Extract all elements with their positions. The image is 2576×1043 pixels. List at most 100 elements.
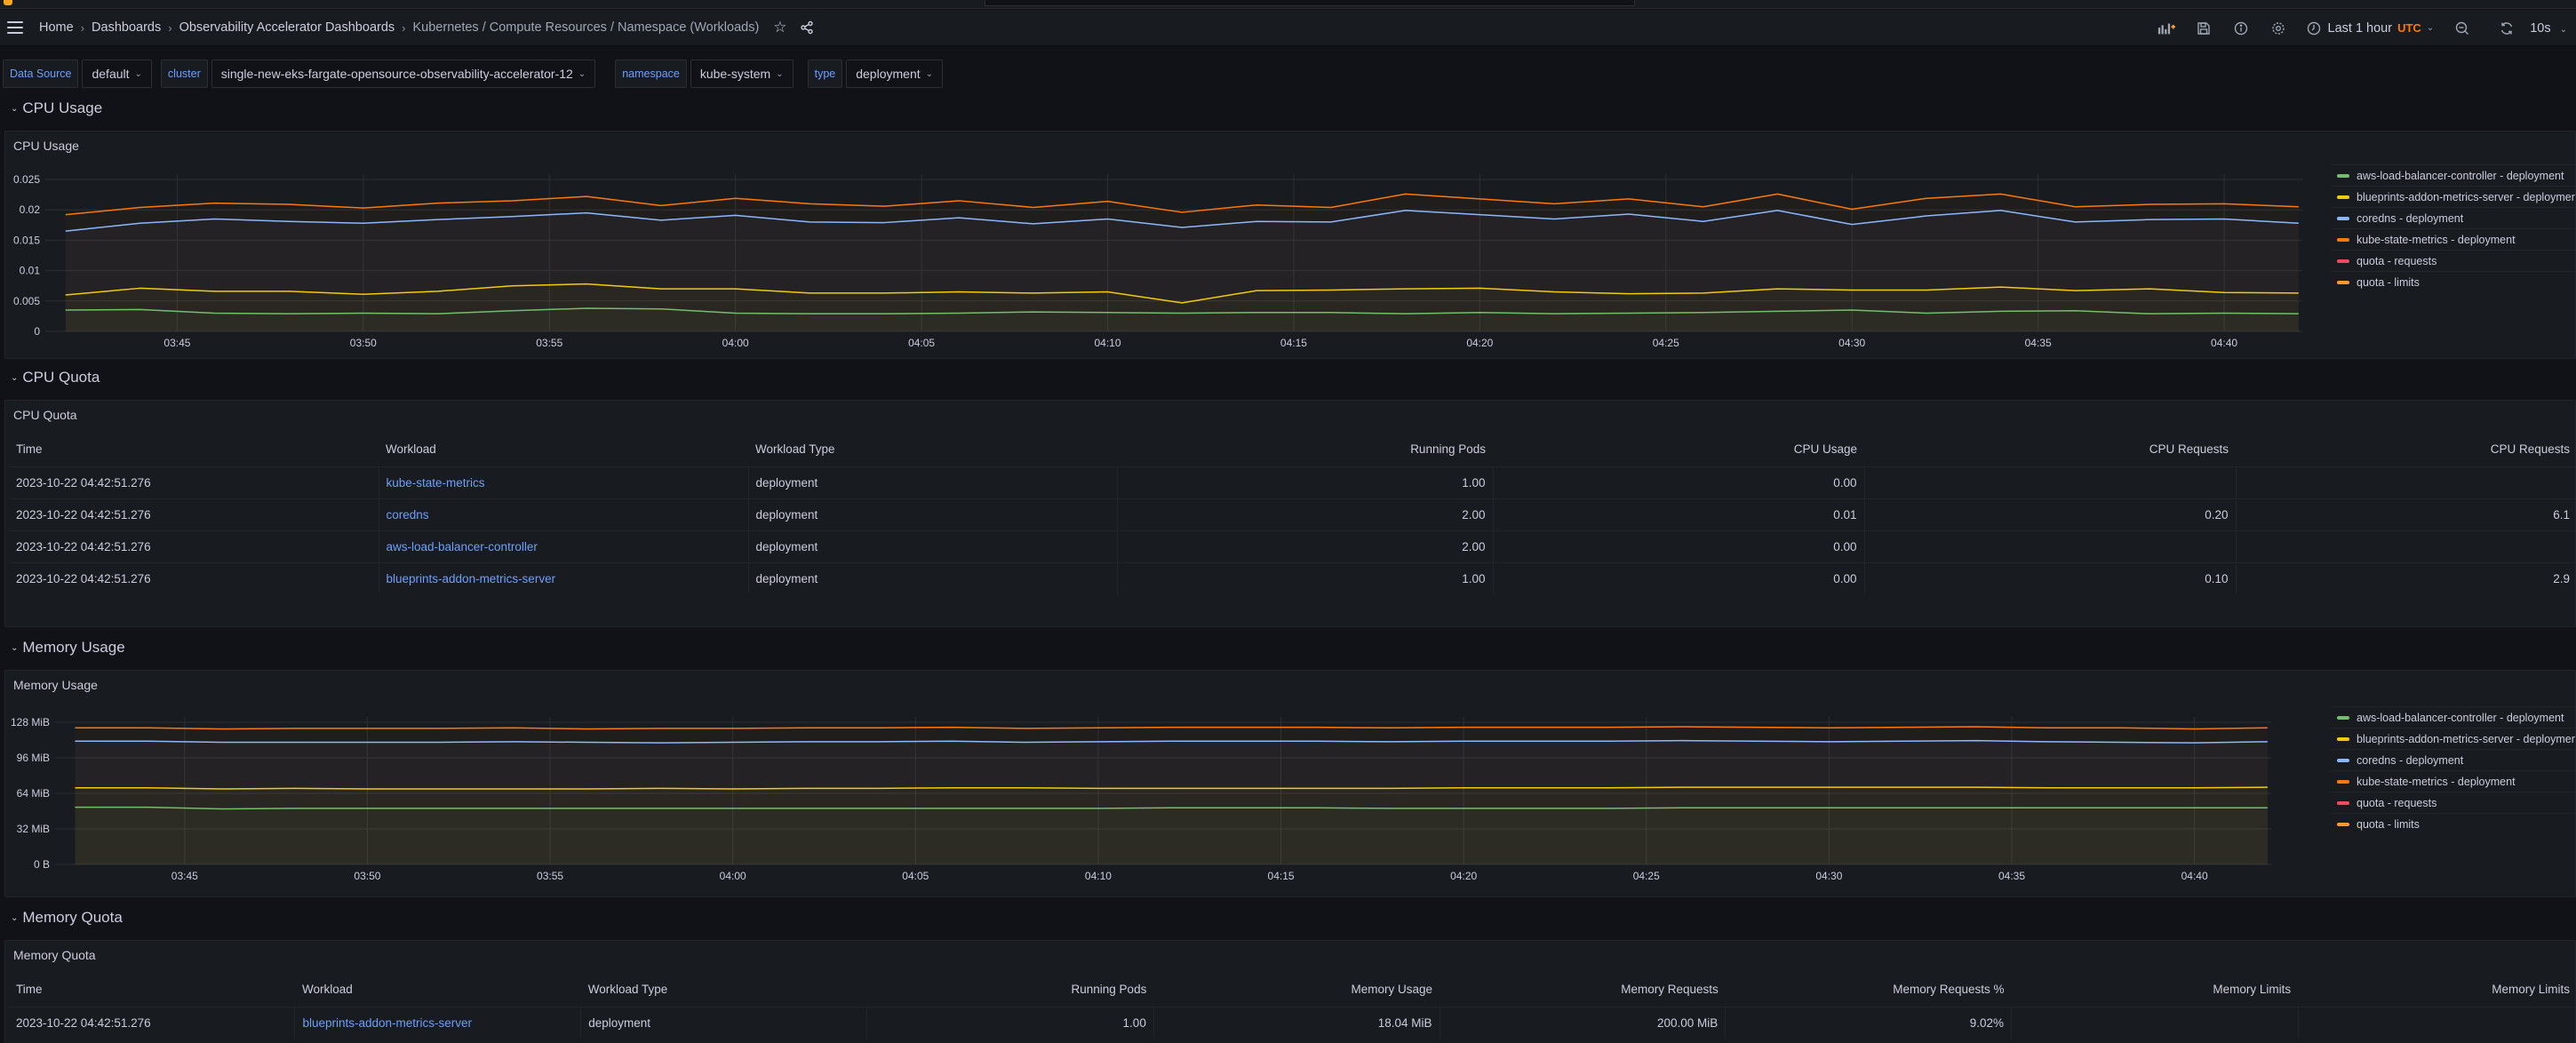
legend-item[interactable]: quota - limits	[2331, 813, 2575, 834]
workload-link[interactable]: blueprints-addon-metrics-server	[294, 1006, 582, 1039]
column-header[interactable]: Memory Limits	[2012, 973, 2299, 1007]
column-header[interactable]: CPU Requests	[1864, 433, 2236, 466]
chevron-down-icon: ⌄	[11, 372, 19, 383]
namespace-select[interactable]: kube-system ⌄	[690, 60, 794, 88]
legend-item[interactable]: kube-state-metrics - deployment	[2331, 770, 2575, 792]
table-cell	[1864, 529, 2237, 562]
type-select[interactable]: deployment ⌄	[846, 60, 944, 88]
y-tick-label: 0 B	[34, 858, 50, 871]
workload-link[interactable]: coredns	[379, 498, 749, 530]
cpu-usage-chart[interactable]: 0 0.005 0.01 0.015 0.02 0.025 03:45 03:50 03:55 0…	[5, 131, 2316, 360]
table-cell: 2023-10-22 04:42:51.276	[9, 561, 379, 594]
legend-color-swatch	[2337, 237, 2349, 242]
info-icon[interactable]	[2232, 20, 2250, 37]
breadcrumb-folder[interactable]: Observability Accelerator Dashboards	[179, 20, 395, 35]
memory-usage-chart[interactable]: 0 B 32 MiB 64 MiB 96 MiB 128 MiB 03:45 03:50 03…	[5, 671, 2316, 898]
column-header[interactable]: CPU Requests	[2236, 433, 2576, 466]
column-header[interactable]: Workload	[379, 433, 748, 466]
y-tick-label: 0	[34, 325, 40, 338]
breadcrumb-home[interactable]: Home	[39, 20, 74, 35]
variable-label: cluster	[160, 60, 208, 88]
workload-link[interactable]: kube-state-metrics	[379, 466, 749, 498]
row-cpu-quota[interactable]: ⌄ CPU Quota	[11, 369, 100, 386]
column-header[interactable]: Time	[9, 973, 295, 1007]
column-header[interactable]: Workload Type	[581, 973, 867, 1007]
share-icon[interactable]	[800, 20, 814, 35]
y-tick-label: 0.005	[13, 295, 40, 307]
cluster-select[interactable]: single-new-eks-fargate-opensource-observ…	[211, 60, 596, 88]
legend-item[interactable]: blueprints-addon-metrics-server - deploy…	[2331, 728, 2575, 749]
legend-label: quota - limits	[2357, 817, 2420, 831]
settings-icon[interactable]	[2269, 20, 2287, 37]
table-cell: deployment	[748, 561, 1118, 594]
refresh-icon[interactable]	[2498, 20, 2516, 37]
dashboard-toolbar: Last 1 hour UTC ⌄ 10s ⌄	[2138, 10, 2576, 46]
column-header[interactable]: Memory Usage	[1153, 973, 1440, 1007]
table-cell: 0.00	[1493, 561, 1865, 594]
table-row: 2023-10-22 04:42:51.276 aws-load-balancer…	[9, 529, 2576, 562]
add-panel-icon[interactable]	[2157, 20, 2175, 37]
legend-item[interactable]: blueprints-addon-metrics-server - deploy…	[2331, 186, 2575, 207]
x-tick-label: 04:00	[722, 337, 749, 349]
table-row: 2023-10-22 04:42:51.276 coredns deployment…	[9, 498, 2576, 530]
legend-color-swatch	[2337, 280, 2349, 284]
save-icon[interactable]	[2195, 20, 2213, 37]
table-cell: deployment	[748, 498, 1118, 530]
table-row: 2023-10-22 04:42:51.276 kube-state-metric…	[9, 466, 2576, 498]
table-cell: 0.00	[1493, 466, 1865, 498]
search-box[interactable]	[985, 0, 1635, 6]
table-cell: 1.00	[1117, 466, 1494, 498]
column-header[interactable]: CPU Usage	[1493, 433, 1864, 466]
table-cell: 1.00	[866, 1006, 1154, 1039]
table-cell: 18.04 MiB	[1153, 1006, 1440, 1039]
breadcrumb-dashboards[interactable]: Dashboards	[92, 20, 161, 35]
legend-item[interactable]: quota - requests	[2331, 250, 2575, 271]
star-icon[interactable]: ☆	[773, 19, 786, 36]
timezone-label: UTC	[2397, 21, 2421, 35]
row-title: CPU Quota	[22, 369, 100, 386]
column-header[interactable]: Memory Requests %	[1726, 973, 2012, 1007]
chevron-down-icon: ⌄	[11, 103, 19, 114]
table-cell: deployment	[748, 466, 1118, 498]
column-header[interactable]: Workload Type	[748, 433, 1117, 466]
legend-item[interactable]: coredns - deployment	[2331, 749, 2575, 770]
time-range-picker[interactable]: Last 1 hour UTC ⌄	[2307, 21, 2434, 36]
refresh-interval-picker[interactable]: 10s ⌄	[2530, 21, 2567, 36]
x-tick-label: 04:25	[1653, 337, 1679, 349]
legend-label: blueprints-addon-metrics-server - deploy…	[2357, 732, 2575, 745]
table-cell: 2023-10-22 04:42:51.276	[9, 498, 379, 530]
datasource-select[interactable]: default ⌄	[82, 60, 152, 88]
legend-label: aws-load-balancer-controller - deploymen…	[2357, 169, 2564, 182]
refresh-interval-label: 10s	[2530, 20, 2551, 36]
grafana-logo-icon[interactable]	[4, 0, 12, 5]
legend-item[interactable]: aws-load-balancer-controller - deploymen…	[2331, 706, 2575, 728]
column-header[interactable]: Memory Requests	[1440, 973, 1726, 1007]
variable-label: type	[807, 60, 843, 88]
menu-icon[interactable]	[7, 21, 23, 34]
variable-label: Data Source	[3, 60, 79, 88]
row-memory-usage[interactable]: ⌄ Memory Usage	[11, 639, 125, 657]
memory-usage-legend: aws-load-balancer-controller - deploymen…	[2331, 706, 2575, 834]
legend-item[interactable]: quota - limits	[2331, 271, 2575, 292]
cpu-usage-panel: CPU Usage 0 0.005 0.01 0.015 0.02 0.025 03:45 0…	[4, 131, 2576, 359]
column-header[interactable]: Running Pods	[867, 973, 1154, 1007]
column-header[interactable]: Workload	[295, 973, 581, 1007]
workload-link[interactable]: aws-load-balancer-controller	[379, 529, 749, 562]
legend-item[interactable]: aws-load-balancer-controller - deploymen…	[2331, 164, 2575, 186]
variable-type: type deployment ⌄	[807, 60, 944, 88]
breadcrumb-separator-icon: ›	[402, 20, 406, 35]
column-header[interactable]: Time	[9, 433, 379, 466]
legend-color-swatch	[2337, 800, 2349, 805]
legend-item[interactable]: coredns - deployment	[2331, 207, 2575, 228]
zoom-out-icon[interactable]	[2453, 20, 2471, 37]
variable-label: namespace	[615, 60, 687, 88]
row-title: Memory Usage	[22, 639, 125, 656]
column-header[interactable]: Memory Limits	[2298, 973, 2576, 1007]
legend-item[interactable]: quota - requests	[2331, 792, 2575, 813]
column-header[interactable]: Running Pods	[1117, 433, 1493, 466]
legend-item[interactable]: kube-state-metrics - deployment	[2331, 228, 2575, 250]
workload-link[interactable]: blueprints-addon-metrics-server	[379, 561, 749, 594]
row-memory-quota[interactable]: ⌄ Memory Quota	[11, 909, 123, 927]
chevron-down-icon: ⌄	[776, 68, 784, 79]
row-cpu-usage[interactable]: ⌄ CPU Usage	[11, 100, 102, 117]
